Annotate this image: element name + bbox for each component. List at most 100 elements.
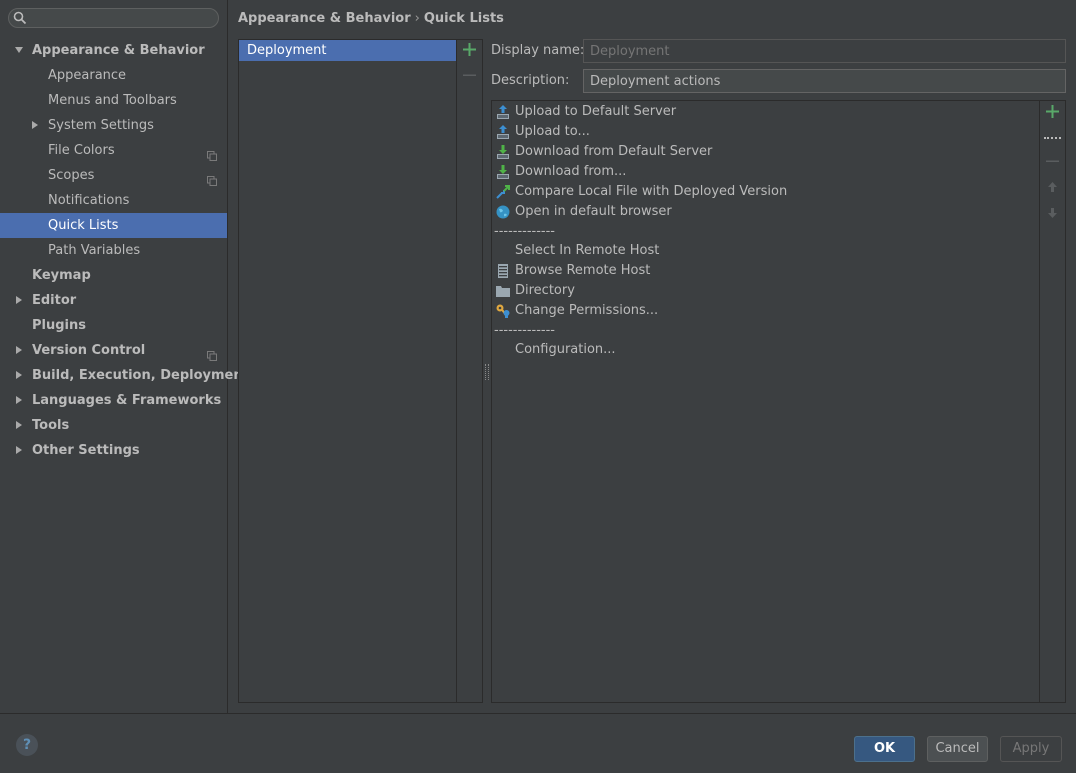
sidebar-item-file-colors[interactable]: File Colors (0, 138, 227, 163)
action-label: Download from... (515, 164, 627, 179)
sidebar-item-label: Keymap (32, 268, 91, 283)
action-item[interactable]: Upload to Default Server (492, 102, 1039, 122)
quick-list-item[interactable]: Deployment (239, 40, 458, 61)
breadcrumb-current: Quick Lists (423, 11, 504, 26)
action-label: Browse Remote Host (515, 263, 651, 278)
sidebar-item-appearance[interactable]: Appearance (0, 63, 227, 88)
quick-lists-list: Deployment (239, 40, 458, 702)
upload-icon (495, 104, 511, 120)
action-label: Open in default browser (515, 204, 672, 219)
action-label: Change Permissions... (515, 303, 659, 318)
collapsed-arrow-icon[interactable] (14, 413, 24, 438)
move-up-button[interactable] (1044, 179, 1061, 196)
sidebar-item-label: System Settings (48, 118, 154, 133)
collapsed-arrow-icon[interactable] (14, 438, 24, 463)
expanded-arrow-icon[interactable] (14, 38, 24, 63)
action-item[interactable]: Download from... (492, 162, 1039, 182)
action-label: Upload to... (515, 124, 590, 139)
sidebar-item-label: Build, Execution, Deployment (32, 368, 249, 383)
sidebar-item-build-execution-deployment[interactable]: Build, Execution, Deployment (0, 363, 249, 388)
action-item[interactable]: Download from Default Server (492, 142, 1039, 162)
display-name-label: Display name: (491, 43, 585, 58)
compare-icon (495, 184, 511, 200)
sidebar-item-path-variables[interactable]: Path Variables (0, 238, 227, 263)
action-item[interactable]: Change Permissions... (492, 301, 1039, 321)
collapsed-arrow-icon[interactable] (30, 113, 40, 138)
action-item[interactable]: Directory (492, 281, 1039, 301)
panel-splitter[interactable] (485, 364, 489, 380)
cancel-button[interactable]: Cancel (927, 736, 988, 762)
action-label: Download from Default Server (515, 144, 713, 159)
upload-to-icon (495, 124, 511, 140)
separator-item[interactable]: ------------- (492, 321, 1039, 340)
sidebar-item-other-settings[interactable]: Other Settings (0, 438, 227, 463)
collapsed-arrow-icon[interactable] (14, 363, 24, 388)
actions-panel: Upload to Default Server Upload to... Down… (491, 100, 1066, 703)
collapsed-arrow-icon[interactable] (14, 288, 24, 313)
sidebar-item-notifications[interactable]: Notifications (0, 188, 227, 213)
display-name-field[interactable] (583, 39, 1066, 63)
description-field[interactable] (583, 69, 1066, 93)
sidebar-item-plugins[interactable]: Plugins (0, 313, 227, 338)
sidebar-item-label: Plugins (32, 318, 86, 333)
folder-icon (495, 283, 511, 299)
sidebar-item-label: Path Variables (48, 243, 141, 258)
sidebar-item-editor[interactable]: Editor (0, 288, 227, 313)
sidebar-item-label: Menus and Toolbars (48, 93, 177, 108)
quick-lists-panel: Deployment (238, 39, 483, 703)
download-icon (495, 144, 511, 160)
actions-toolbar (1039, 101, 1065, 702)
breadcrumb-separator: › (414, 11, 420, 26)
actions-list: Upload to Default Server Upload to... Down… (492, 101, 1039, 703)
action-item[interactable]: Open in default browser (492, 202, 1039, 222)
permissions-icon (495, 303, 511, 319)
sidebar-item-label: Languages & Frameworks (32, 393, 222, 408)
search-box[interactable] (8, 8, 219, 28)
sidebar-item-tools[interactable]: Tools (0, 413, 227, 438)
sidebar-item-keymap[interactable]: Keymap (0, 263, 227, 288)
action-label: Upload to Default Server (515, 104, 677, 119)
globe-icon (495, 204, 511, 220)
remove-quick-list-button[interactable] (461, 68, 478, 85)
dialog-button-bar: ? OK Cancel Apply (0, 713, 1076, 773)
minus-icon (1046, 160, 1059, 162)
action-item[interactable]: Upload to... (492, 122, 1039, 142)
sidebar-item-label: Tools (32, 418, 70, 433)
remove-action-button[interactable] (1044, 154, 1061, 171)
apply-button[interactable]: Apply (1000, 736, 1062, 762)
search-icon (13, 11, 27, 29)
separator-item[interactable]: ------------- (492, 222, 1039, 241)
help-button[interactable]: ? (16, 734, 38, 756)
sidebar-item-appearance-behavior[interactable]: Appearance & Behavior (0, 38, 227, 63)
plus-icon (463, 43, 476, 56)
sidebar-item-menus-and-toolbars[interactable]: Menus and Toolbars (0, 88, 227, 113)
minus-icon (463, 74, 476, 76)
sidebar-item-label: Notifications (48, 193, 130, 208)
add-quick-list-button[interactable] (461, 42, 478, 59)
quick-lists-toolbar (456, 40, 482, 702)
sidebar-item-label: Quick Lists (48, 218, 119, 233)
sidebar-item-version-control[interactable]: Version Control (0, 338, 227, 363)
collapsed-arrow-icon[interactable] (14, 338, 24, 363)
action-item[interactable]: Compare Local File with Deployed Version (492, 182, 1039, 202)
sidebar-item-scopes[interactable]: Scopes (0, 163, 227, 188)
sidebar-item-languages-frameworks[interactable]: Languages & Frameworks (0, 388, 227, 413)
action-item[interactable]: Browse Remote Host (492, 261, 1039, 281)
action-item[interactable]: Select In Remote Host (492, 241, 1039, 261)
action-label: Compare Local File with Deployed Version (515, 184, 788, 199)
add-separator-button[interactable] (1044, 137, 1061, 139)
ok-button[interactable]: OK (854, 736, 915, 762)
download-from-icon (495, 164, 511, 180)
collapsed-arrow-icon[interactable] (14, 388, 24, 413)
move-down-button[interactable] (1044, 204, 1061, 221)
action-label: Select In Remote Host (515, 243, 660, 258)
sidebar-item-quick-lists[interactable]: Quick Lists (0, 213, 227, 238)
breadcrumb: Appearance & Behavior › Quick Lists (238, 9, 504, 29)
sidebar-item-label: Editor (32, 293, 77, 308)
sidebar-item-label: File Colors (48, 143, 115, 158)
action-item[interactable]: Configuration... (492, 340, 1039, 360)
breadcrumb-parent[interactable]: Appearance & Behavior (238, 11, 411, 26)
sidebar-item-system-settings[interactable]: System Settings (0, 113, 227, 138)
sidebar-item-label: Version Control (32, 343, 146, 358)
add-action-button[interactable] (1044, 104, 1061, 121)
